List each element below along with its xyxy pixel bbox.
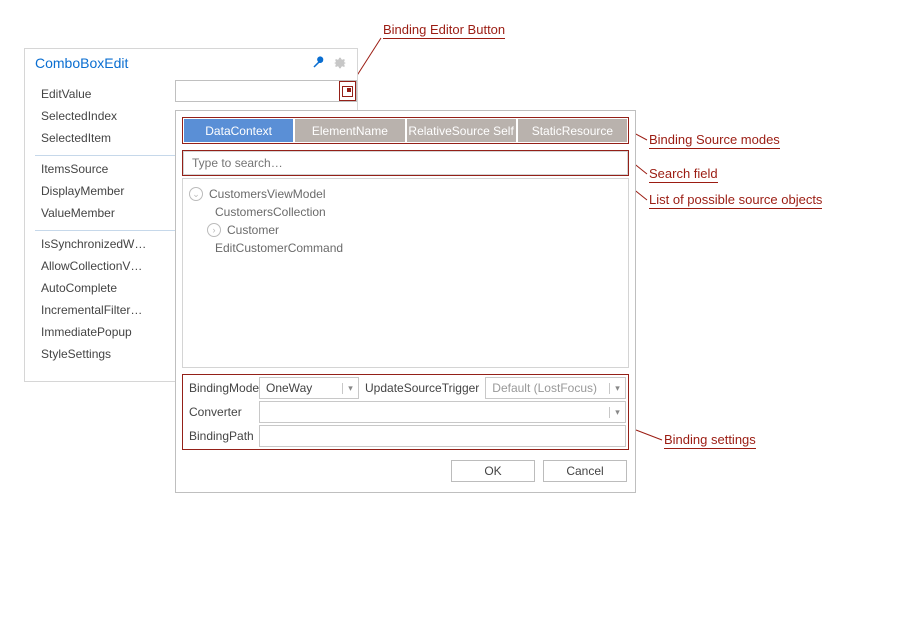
panel-title: ComboBoxEdit	[35, 49, 128, 77]
callout-source-modes: Binding Source modes	[649, 132, 780, 149]
ust-label: UpdateSourceTrigger	[359, 377, 485, 399]
tree-item[interactable]: EditCustomerCommand	[187, 239, 624, 257]
tab-elementname[interactable]: ElementName	[295, 119, 404, 142]
binding-popup: DataContext ElementName RelativeSource S…	[175, 110, 636, 493]
tree-root-label: CustomersViewModel	[209, 187, 326, 201]
prop-item[interactable]: IncrementalFilter…	[35, 299, 165, 321]
callout-settings: Binding settings	[664, 432, 756, 449]
expand-icon[interactable]: ›	[207, 223, 221, 237]
tree-item-label: EditCustomerCommand	[215, 241, 343, 255]
ust-select[interactable]: Default (LostFocus) ▾	[485, 377, 626, 399]
chevron-down-icon: ▾	[609, 407, 625, 418]
wrench-icon[interactable]	[311, 56, 325, 70]
converter-label: Converter	[185, 401, 259, 423]
dialog-buttons: OK Cancel	[182, 450, 629, 486]
binding-mode-select[interactable]: OneWay ▾	[259, 377, 359, 399]
binding-path-input[interactable]	[259, 425, 626, 447]
prop-item[interactable]: ValueMember	[35, 202, 165, 224]
callout-search-field: Search field	[649, 166, 718, 183]
search-input[interactable]	[183, 151, 628, 175]
value-editor	[175, 80, 357, 102]
tab-staticresource[interactable]: StaticResource	[518, 119, 627, 142]
binding-icon	[342, 86, 353, 97]
value-input[interactable]	[176, 81, 339, 101]
prop-item[interactable]: DisplayMember	[35, 180, 165, 202]
prop-item[interactable]: StyleSettings	[35, 343, 165, 365]
binding-settings: BindingMode OneWay ▾ UpdateSourceTrigger…	[182, 374, 629, 450]
tree-root[interactable]: ⌄ CustomersViewModel	[187, 185, 624, 203]
prop-item[interactable]: SelectedItem	[35, 127, 165, 149]
callout-source-list: List of possible source objects	[649, 192, 822, 209]
gear-icon[interactable]	[333, 56, 347, 70]
binding-path-label: BindingPath	[185, 425, 259, 447]
prop-item[interactable]: AutoComplete	[35, 277, 165, 299]
tab-relativesource[interactable]: RelativeSource Self	[407, 119, 516, 142]
converter-select[interactable]: ▾	[259, 401, 626, 423]
binding-mode-label: BindingMode	[185, 377, 259, 399]
chevron-down-icon: ▾	[342, 383, 358, 394]
prop-item[interactable]: EditValue	[35, 83, 165, 105]
prop-item[interactable]: IsSynchronizedW…	[35, 233, 165, 255]
prop-item[interactable]: ImmediatePopup	[35, 321, 165, 343]
prop-item[interactable]: AllowCollectionV…	[35, 255, 165, 277]
tree-item[interactable]: CustomersCollection	[187, 203, 624, 221]
property-panel-header: ComboBoxEdit	[25, 49, 357, 77]
callout-editor-button: Binding Editor Button	[383, 22, 505, 39]
tree-item-label: Customer	[227, 223, 279, 237]
search-field	[182, 150, 629, 176]
prop-item[interactable]: SelectedIndex	[35, 105, 165, 127]
source-mode-tabs: DataContext ElementName RelativeSource S…	[182, 117, 629, 144]
source-object-tree[interactable]: ⌄ CustomersViewModel CustomersCollection…	[182, 178, 629, 368]
tab-datacontext[interactable]: DataContext	[184, 119, 293, 142]
binding-mode-value: OneWay	[260, 381, 342, 395]
ok-button[interactable]: OK	[451, 460, 535, 482]
collapse-icon[interactable]: ⌄	[189, 187, 203, 201]
binding-editor-button[interactable]	[339, 81, 356, 101]
tree-item[interactable]: › Customer	[187, 221, 624, 239]
chevron-down-icon: ▾	[609, 383, 625, 394]
prop-item[interactable]: ItemsSource	[35, 158, 165, 180]
cancel-button[interactable]: Cancel	[543, 460, 627, 482]
ust-value: Default (LostFocus)	[486, 381, 609, 395]
tree-item-label: CustomersCollection	[215, 205, 326, 219]
